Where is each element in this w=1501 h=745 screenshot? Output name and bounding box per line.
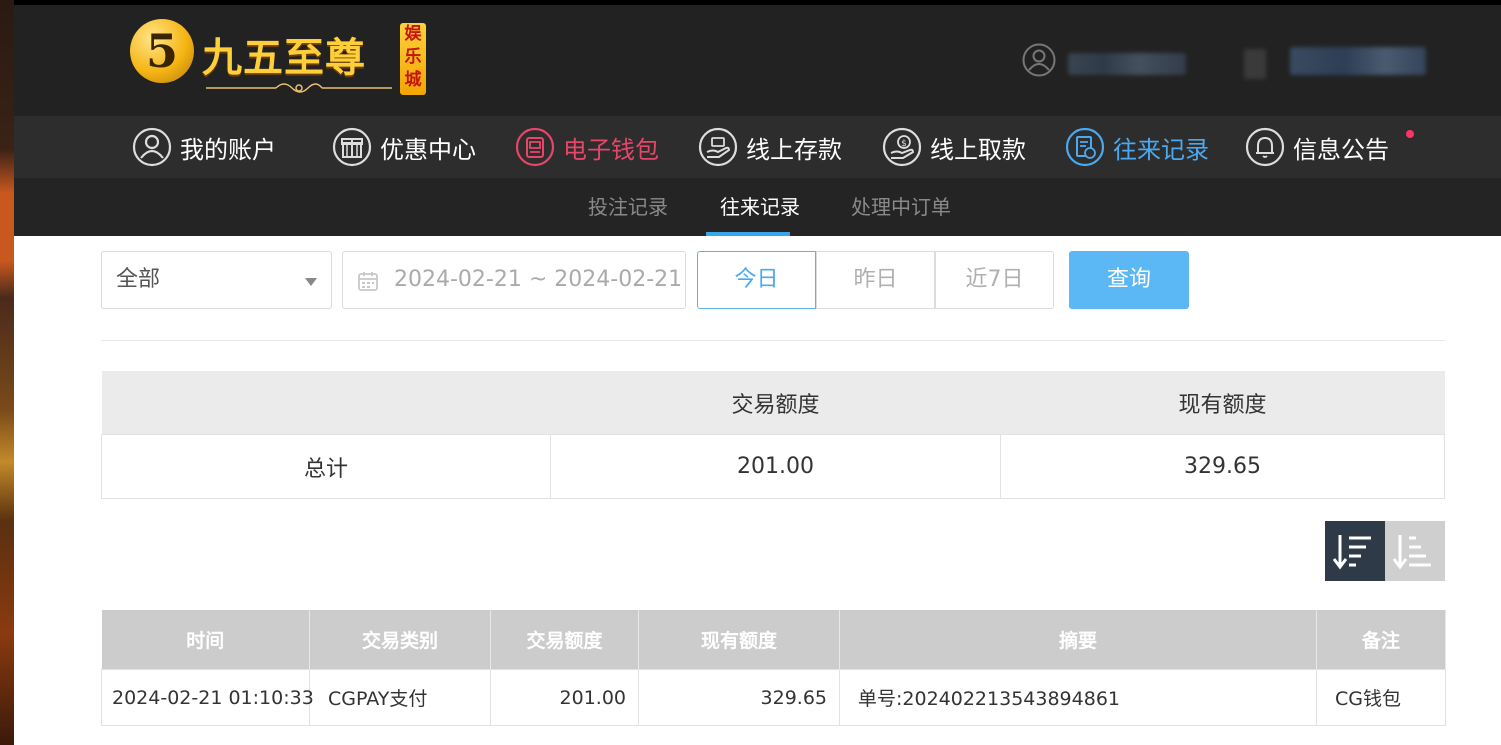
wallet-icon xyxy=(515,127,555,167)
column-header-note: 备注 xyxy=(1316,610,1446,670)
divider xyxy=(101,340,1445,341)
caret-down-icon xyxy=(305,278,317,286)
nav-online-deposit[interactable]: 线上存款 xyxy=(698,116,842,178)
site-header: 5 九五至尊 娱乐城 xyxy=(14,5,1501,116)
summary-header-balance: 现有额度 xyxy=(1000,371,1445,435)
today-button[interactable]: 今日 xyxy=(697,251,816,309)
nav-announcements[interactable]: 信息公告 xyxy=(1245,116,1389,178)
yesterday-button[interactable]: 昨日 xyxy=(816,251,935,309)
tab-bet-records[interactable]: 投注记录 xyxy=(588,178,668,236)
account-avatar-icon[interactable] xyxy=(1022,43,1056,77)
sort-ascending-icon xyxy=(1392,535,1431,570)
table-row: 2024-02-21 01:10:33 CGPAY支付 201.00 329.6… xyxy=(101,669,1446,726)
site-logo[interactable]: 5 九五至尊 娱乐城 xyxy=(130,19,430,103)
sub-nav: 投注记录 往来记录 处理中订单 xyxy=(14,178,1501,236)
nav-label: 电子钱包 xyxy=(563,135,659,164)
nav-online-withdraw[interactable]: $ 线上取款 xyxy=(882,116,1026,178)
cell-amount: 201.00 xyxy=(490,669,639,726)
tab-transaction-records[interactable]: 往来记录 xyxy=(720,178,800,236)
column-header-summary: 摘要 xyxy=(839,610,1317,670)
nav-label: 线上取款 xyxy=(930,135,1026,164)
nav-label: 往来记录 xyxy=(1113,135,1209,164)
cell-note: CG钱包 xyxy=(1316,669,1446,726)
nav-label: 优惠中心 xyxy=(380,135,476,164)
balance-icon-redacted xyxy=(1244,49,1266,79)
summary-balance: 329.65 xyxy=(1000,434,1445,499)
table-header-row: 时间 交易类别 交易额度 现有额度 摘要 备注 xyxy=(101,610,1446,670)
sort-ascending-button[interactable] xyxy=(1385,521,1445,581)
sort-descending-button[interactable] xyxy=(1325,521,1385,581)
deposit-icon xyxy=(698,127,738,167)
search-button[interactable]: 查询 xyxy=(1069,251,1189,309)
user-icon xyxy=(132,127,172,167)
records-icon xyxy=(1065,127,1105,167)
calendar-icon xyxy=(358,272,378,291)
cell-summary: 单号:20240221354389486​1 xyxy=(839,669,1317,726)
date-range-value: 2024-02-21 ~ 2024-02-21 xyxy=(394,267,683,292)
nav-my-account[interactable]: 我的账户 xyxy=(132,116,276,178)
summary-header-row: 交易额度 现有额度 xyxy=(101,371,1445,435)
sort-descending-icon xyxy=(1332,535,1371,570)
column-header-balance: 现有额度 xyxy=(638,610,840,670)
nav-promotions[interactable]: 优惠中心 xyxy=(332,116,476,178)
summary-total-label: 总计 xyxy=(101,434,551,499)
transactions-table: 时间 交易类别 交易额度 现有额度 摘要 备注 2024-02-21 01:10… xyxy=(101,610,1446,726)
notification-dot xyxy=(1406,130,1414,138)
main-nav: 我的账户 优惠中心 电子钱包 线上存款 $ 线上取款 往来记录 信息公告 xyxy=(14,116,1501,178)
summary-table: 交易额度 现有额度 总计 201.00 329.65 xyxy=(101,371,1445,499)
column-header-amount: 交易额度 xyxy=(490,610,639,670)
user-area xyxy=(1022,43,1442,83)
svg-text:$: $ xyxy=(901,139,907,149)
summary-header-amount: 交易额度 xyxy=(550,371,1001,435)
logo-mark: 5 xyxy=(130,19,194,83)
column-header-type: 交易类别 xyxy=(309,610,491,670)
cell-time: 2024-02-21 01:10:33 xyxy=(101,669,314,726)
background-art-strip xyxy=(0,0,14,745)
last-7-days-button[interactable]: 近7日 xyxy=(935,251,1054,309)
summary-header-empty xyxy=(101,371,551,435)
active-tab-underline xyxy=(706,232,790,236)
nav-label: 线上存款 xyxy=(746,135,842,164)
withdraw-icon: $ xyxy=(882,127,922,167)
type-select[interactable]: 全部 xyxy=(101,251,332,309)
summary-amount: 201.00 xyxy=(550,434,1001,499)
date-range-picker[interactable]: 2024-02-21 ~ 2024-02-21 xyxy=(342,251,686,309)
column-header-time: 时间 xyxy=(101,610,310,670)
balance-redacted xyxy=(1290,47,1426,75)
username-redacted xyxy=(1068,53,1186,75)
logo-badge: 娱乐城 xyxy=(400,23,426,95)
nav-label: 信息公告 xyxy=(1293,135,1389,164)
tab-pending-orders[interactable]: 处理中订单 xyxy=(851,178,951,236)
cell-type: CGPAY支付 xyxy=(309,669,491,726)
nav-label: 我的账户 xyxy=(180,135,276,164)
logo-name: 九五至尊 xyxy=(202,34,366,81)
type-select-value: 全部 xyxy=(116,267,161,292)
nav-e-wallet[interactable]: 电子钱包 xyxy=(515,116,659,178)
logo-ornament-icon xyxy=(206,83,392,93)
nav-transaction-records[interactable]: 往来记录 xyxy=(1065,116,1209,178)
gift-icon xyxy=(332,127,372,167)
summary-row: 总计 201.00 329.65 xyxy=(101,434,1445,499)
bell-icon xyxy=(1245,127,1285,167)
cell-balance: 329.65 xyxy=(638,669,840,726)
